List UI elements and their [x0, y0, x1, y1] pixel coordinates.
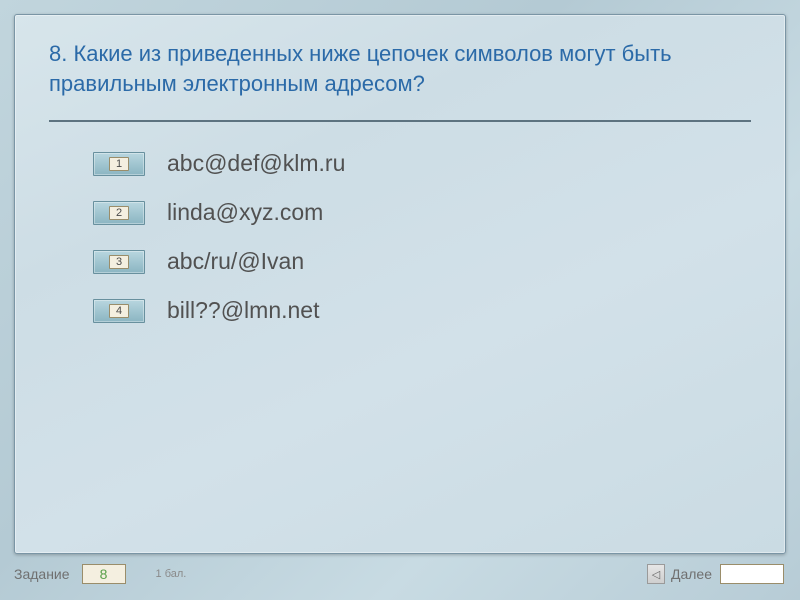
- option-number: 3: [109, 255, 129, 269]
- question-text: 8. Какие из приведенных ниже цепочек сим…: [49, 39, 751, 98]
- task-label: Задание: [14, 566, 70, 582]
- option-row-4: 4 bill??@lmn.net: [93, 297, 751, 324]
- option-row-1: 1 abc@def@klm.ru: [93, 150, 751, 177]
- task-number-box: 8: [82, 564, 126, 584]
- option-text: linda@xyz.com: [167, 199, 323, 226]
- points-label: 1 бал.: [156, 568, 187, 580]
- option-text: abc/ru/@Ivan: [167, 248, 304, 275]
- content-frame: 8. Какие из приведенных ниже цепочек сим…: [14, 14, 786, 554]
- option-number: 2: [109, 206, 129, 220]
- option-number: 1: [109, 157, 129, 171]
- divider: [49, 120, 751, 122]
- option-badge-3[interactable]: 3: [93, 250, 145, 274]
- triangle-left-icon: ◁: [652, 568, 660, 581]
- option-row-3: 3 abc/ru/@Ivan: [93, 248, 751, 275]
- slide-background: 8. Какие из приведенных ниже цепочек сим…: [0, 0, 800, 600]
- option-badge-1[interactable]: 1: [93, 152, 145, 176]
- option-row-2: 2 linda@xyz.com: [93, 199, 751, 226]
- option-badge-2[interactable]: 2: [93, 201, 145, 225]
- options-list: 1 abc@def@klm.ru 2 linda@xyz.com 3 abc/r…: [49, 150, 751, 324]
- next-label: Далее: [671, 566, 712, 582]
- option-badge-4[interactable]: 4: [93, 299, 145, 323]
- option-text: bill??@lmn.net: [167, 297, 319, 324]
- option-number: 4: [109, 304, 129, 318]
- option-text: abc@def@klm.ru: [167, 150, 345, 177]
- next-input-box[interactable]: [720, 564, 784, 584]
- prev-button[interactable]: ◁: [647, 564, 665, 584]
- footer-bar: Задание 8 1 бал. ◁ Далее: [14, 558, 786, 590]
